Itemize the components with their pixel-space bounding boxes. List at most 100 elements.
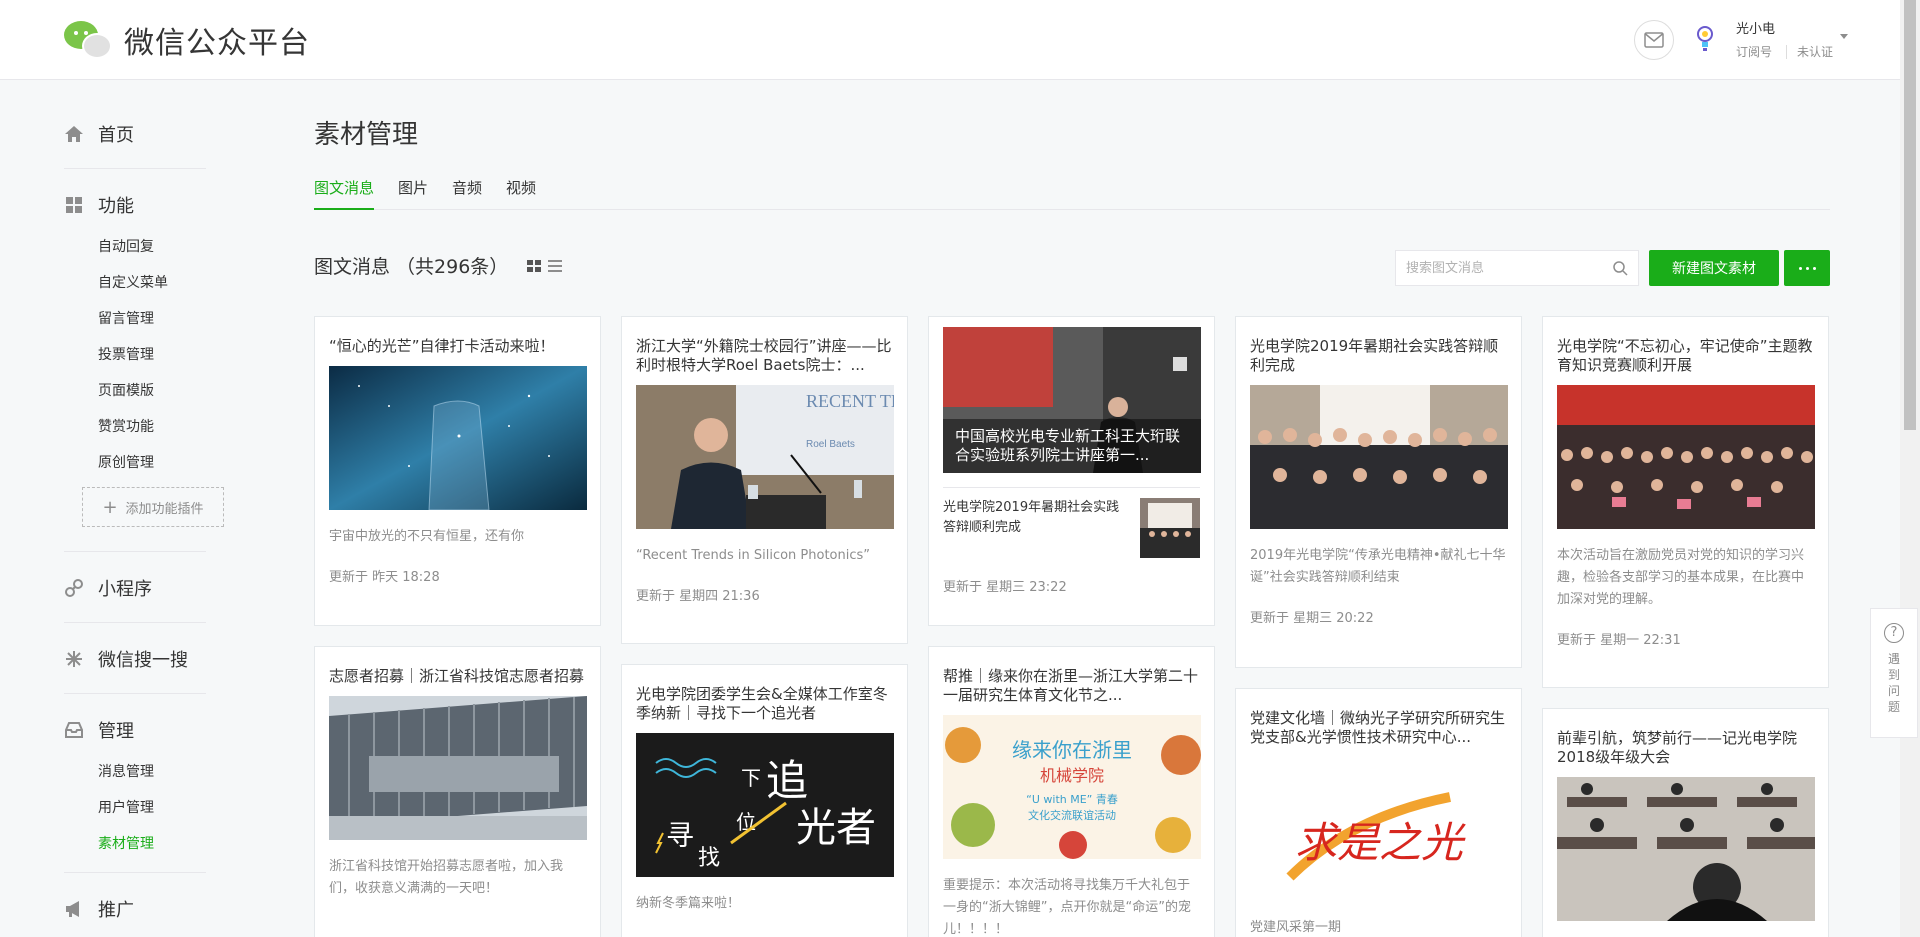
poster-text: 追	[766, 756, 808, 805]
account-name: 光小电	[1736, 22, 1776, 37]
sidebar-item-votes[interactable]: 投票管理	[64, 337, 206, 373]
search-icon[interactable]	[1612, 260, 1628, 276]
sidebar-item-home[interactable]: 首页	[64, 110, 206, 158]
search-input[interactable]	[1396, 251, 1596, 285]
sidebar-group-management[interactable]: 管理	[64, 706, 206, 754]
account-status: 未认证	[1786, 45, 1834, 59]
account-avatar-icon[interactable]	[1694, 24, 1716, 54]
article-card[interactable]: 光电学院“不忘初心，牢记使命”主题教育知识竞赛顺利开展 本次活动旨在激励党员对党…	[1542, 316, 1829, 688]
article-summary: 宇宙中放光的不只有恒星，还有你	[329, 529, 525, 544]
sidebar-item-page-templates[interactable]: 页面模版	[64, 373, 206, 409]
article-title: 光电学院团委学生会&全媒体工作室冬季纳新｜寻找下一个追光者	[636, 685, 888, 722]
sidebar-item-label: 微信搜一搜	[98, 650, 188, 671]
article-summary: 纳新冬季篇来啦！	[636, 896, 741, 911]
link-icon	[65, 579, 83, 597]
article-title: 前辈引航，筑梦前行——记光电学院2018级年级大会	[1557, 729, 1798, 766]
poster-text: 下	[741, 766, 761, 790]
article-title: 中国高校光电专业新工科王大珩联合实验班系列院士讲座第一...	[943, 419, 1201, 473]
poster-text: 缘来你在浙里	[1012, 738, 1132, 762]
search-star-icon	[66, 651, 82, 667]
multi-article-subitem[interactable]: 光电学院2019年暑期社会实践答辩顺利完成	[943, 487, 1200, 558]
article-cover-image: 求是之光	[1250, 757, 1508, 901]
sidebar-item-promotion[interactable]: 推广	[64, 885, 206, 933]
sidebar-item-comments[interactable]: 留言管理	[64, 301, 206, 337]
sidebar-item-materials[interactable]: 素材管理	[64, 826, 206, 862]
slide-author: Roel Baets	[806, 439, 855, 450]
top-header: 微信公众平台 光小电 订阅号 未认证	[0, 0, 1900, 80]
list-view-icon[interactable]	[547, 258, 563, 274]
sidebar-item-custom-menu[interactable]: 自定义菜单	[64, 265, 206, 301]
sidebar-item-users[interactable]: 用户管理	[64, 790, 206, 826]
search-box	[1395, 250, 1639, 286]
new-article-button[interactable]: 新建图文素材	[1649, 250, 1779, 286]
mail-icon	[1644, 32, 1664, 48]
sidebar-item-messages[interactable]: 消息管理	[64, 754, 206, 790]
article-updated-time: 更新于 昨天 18:28	[329, 570, 440, 585]
article-card[interactable]: 中国高校光电专业新工科王大珩联合实验班系列院士讲座第一... 光电学院2019年…	[928, 316, 1215, 626]
megaphone-icon	[66, 901, 79, 917]
article-updated-time: 更新于 星期四 21:36	[636, 589, 760, 604]
sidebar-item-auto-reply[interactable]: 自动回复	[64, 229, 206, 265]
tab-articles[interactable]: 图文消息	[314, 174, 375, 210]
main-content: 素材管理 图文消息 图片 音频 视频 图文消息 （共296条） 新建图文素材	[314, 114, 1830, 286]
article-card[interactable]: 帮推｜缘来你在浙里—浙江大学第二十一届研究生体育文化节之... 缘来你在浙里 机…	[928, 646, 1215, 937]
grid-icon	[66, 197, 82, 213]
sidebar-item-label: 首页	[98, 125, 134, 146]
poster-text: 求是之光	[1295, 818, 1466, 867]
feedback-widget[interactable]: ? 遇到问题	[1870, 608, 1918, 738]
sidebar-item-wechat-search[interactable]: 微信搜一搜	[64, 635, 206, 683]
material-tabs: 图文消息 图片 音频 视频	[314, 174, 1830, 210]
message-button[interactable]	[1634, 20, 1674, 60]
article-title: 帮推｜缘来你在浙里—浙江大学第二十一届研究生体育文化节之...	[943, 667, 1199, 704]
subitem-title: 光电学院2019年暑期社会实践答辩顺利完成	[943, 500, 1120, 535]
feedback-label: 遇到问题	[1887, 652, 1900, 714]
subitem-thumbnail	[1140, 498, 1200, 558]
sidebar-item-original[interactable]: 原创管理	[64, 445, 206, 481]
sidebar-item-label: 管理	[98, 721, 134, 742]
scrollbar-thumb[interactable]	[1904, 0, 1916, 430]
chevron-down-icon[interactable]	[1840, 34, 1848, 39]
article-summary: 重要提示：本次活动将寻找集万千大礼包于一身的“浙大锦鲤”，点开你就是“命运”的宠…	[943, 878, 1191, 937]
account-type: 订阅号	[1736, 45, 1773, 59]
grid-view-icon[interactable]	[526, 258, 542, 274]
article-title: 光电学院2019年暑期社会实践答辩顺利完成	[1250, 337, 1499, 374]
sidebar-group-features[interactable]: 功能	[64, 181, 206, 229]
article-card[interactable]: 党建文化墙｜微纳光子学研究所研究生党支部&光学惯性技术研究中心... 求是之光 …	[1235, 688, 1522, 937]
sidebar-item-mini-program[interactable]: 小程序	[64, 564, 206, 612]
poster-text: 寻	[666, 819, 694, 852]
article-cover-image	[1557, 385, 1815, 529]
article-cover-image: 缘来你在浙里 机械学院 “U with ME” 青春 文化交流联谊活动	[943, 715, 1201, 859]
article-card[interactable]: 志愿者招募｜浙江省科技馆志愿者招募 浙江省科技馆开始招募志愿者啦，加入我们，收获…	[314, 646, 601, 937]
app-title: 微信公众平台	[124, 26, 310, 61]
article-cover-image	[329, 366, 587, 511]
article-card[interactable]: 浙江大学“外籍院士校园行”讲座——比利时根特大学Roel Baets院士：...…	[621, 316, 908, 644]
inbox-icon	[65, 722, 83, 738]
article-title: 志愿者招募｜浙江省科技馆志愿者招募	[329, 667, 585, 685]
article-title: 党建文化墙｜微纳光子学研究所研究生党支部&光学惯性技术研究中心...	[1250, 709, 1506, 746]
account-info[interactable]: 光小电 订阅号 未认证	[1736, 18, 1834, 60]
article-cover-image: 中国高校光电专业新工科王大珩联合实验班系列院士讲座第一...	[943, 327, 1201, 473]
poster-text: “U with ME” 青春	[1026, 793, 1118, 806]
tab-video[interactable]: 视频	[506, 174, 536, 210]
more-options-button[interactable]	[1784, 250, 1830, 286]
article-card[interactable]: 光电学院2019年暑期社会实践答辩顺利完成 2019年光电学院“传承光电精神•献…	[1235, 316, 1522, 668]
article-title: 光电学院“不忘初心，牢记使命”主题教育知识竞赛顺利开展	[1557, 337, 1813, 374]
article-updated-time: 更新于 星期三 23:22	[943, 580, 1067, 595]
page-scrollbar[interactable]	[1900, 0, 1920, 937]
tab-audio[interactable]: 音频	[452, 174, 482, 210]
tab-images[interactable]: 图片	[398, 174, 428, 210]
sidebar-item-appreciation[interactable]: 赞赏功能	[64, 409, 206, 445]
poster-text: 找	[698, 846, 720, 871]
article-card[interactable]: “恒心的光芒”自律打卡活动来啦！ 宇宙中放光的不只有恒星，还有你 更新于 昨天 …	[314, 316, 601, 626]
article-card[interactable]: 光电学院团委学生会&全媒体工作室冬季纳新｜寻找下一个追光者 追 光者 寻 找 下…	[621, 664, 908, 937]
sidebar-item-label: 推广	[98, 900, 134, 921]
plus-icon: +	[102, 496, 118, 518]
sidebar-item-label: 功能	[98, 196, 134, 217]
view-toggle	[526, 258, 563, 274]
article-cover-image: 追 光者 寻 找 下 位	[636, 733, 894, 877]
article-card[interactable]: 前辈引航，筑梦前行——记光电学院2018级年级大会	[1542, 708, 1829, 937]
page-title: 素材管理	[314, 120, 419, 150]
wechat-logo[interactable]: 微信公众平台	[64, 18, 310, 62]
article-title: 浙江大学“外籍院士校园行”讲座——比利时根特大学Roel Baets院士：...	[636, 337, 892, 374]
add-plugin-button[interactable]: + 添加功能插件	[82, 487, 224, 527]
